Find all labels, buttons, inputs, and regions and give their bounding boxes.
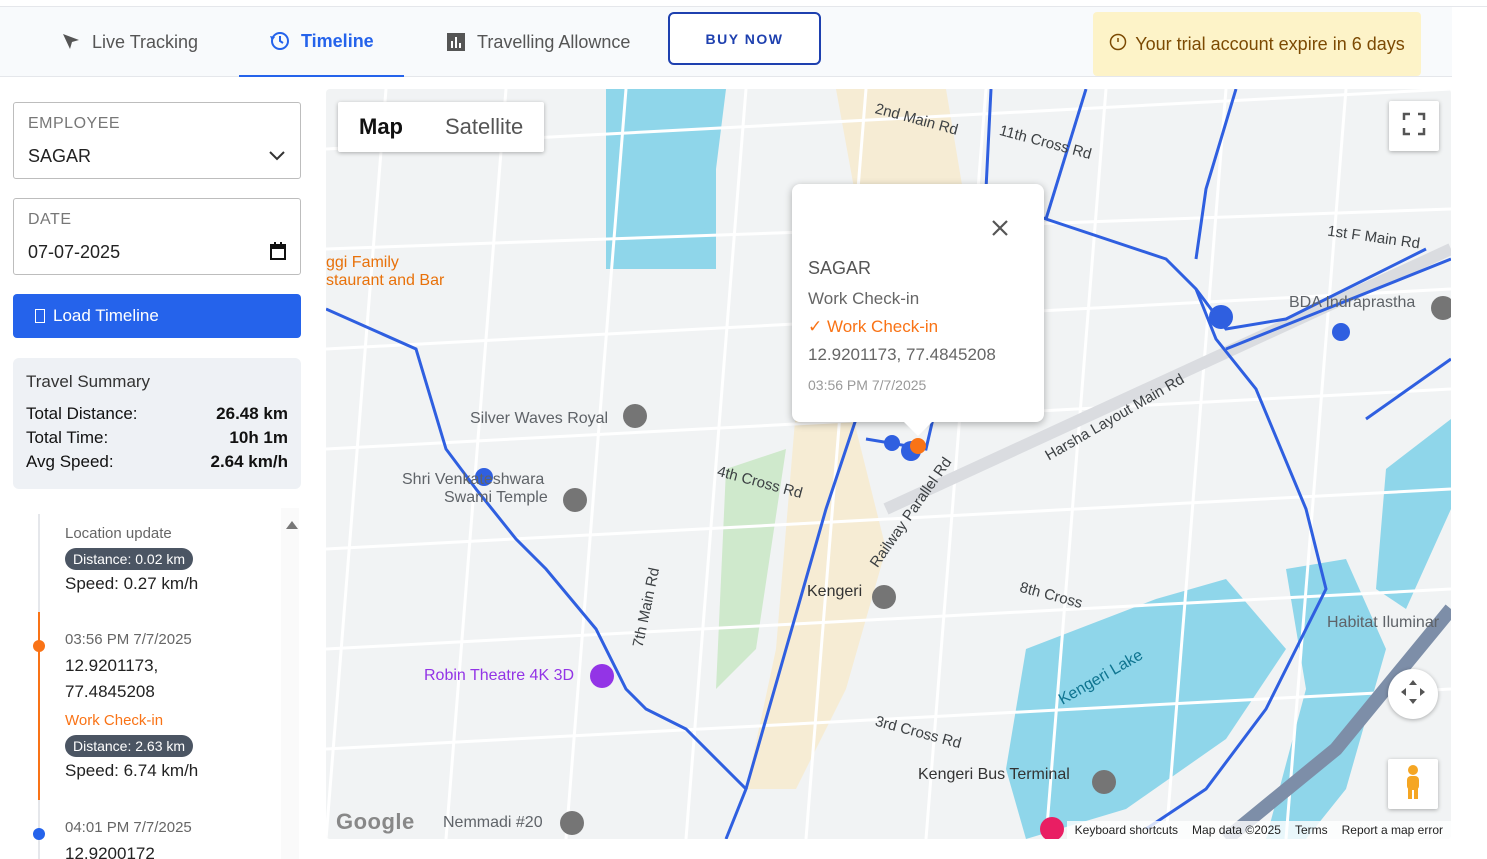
fullscreen-button[interactable]	[1389, 101, 1439, 151]
map-label: Nemmadi #20	[443, 814, 543, 831]
info-window: SAGAR Work Check-in ✓ Work Check-in 12.9…	[792, 184, 1044, 436]
pegman-icon	[1403, 764, 1423, 805]
trial-notice: Your trial account expire in 6 days	[1093, 12, 1421, 76]
trial-text: Your trial account expire in 6 days	[1135, 33, 1405, 54]
street-view-button[interactable]	[1388, 759, 1438, 809]
move-icon	[1399, 678, 1427, 711]
map-label: Shri Venkateshwara	[402, 471, 545, 488]
summary-value: 2.64 km/h	[210, 452, 289, 471]
summary-row: Total Distance: 26.48 km	[26, 404, 288, 424]
camera-control-button[interactable]	[1388, 669, 1438, 719]
map-label: staurant and Bar	[326, 272, 445, 289]
map-label: Kengeri Bus Terminal	[918, 766, 1070, 783]
map-type-satellite[interactable]: Satellite	[424, 102, 544, 152]
google-logo: Google	[336, 809, 415, 834]
summary-label: Avg Speed:	[26, 452, 114, 471]
map-type-map[interactable]: Map	[338, 102, 424, 152]
buy-now-button[interactable]: BUY NOW	[668, 12, 821, 65]
tab-label: Live Tracking	[92, 31, 199, 52]
fullscreen-icon	[1402, 112, 1426, 141]
summary-value: 10h 1m	[229, 428, 288, 447]
summary-row: Avg Speed: 2.64 km/h	[26, 452, 288, 472]
tab-label: Travelling Allownce	[477, 31, 631, 52]
employee-label: EMPLOYEE	[28, 115, 121, 132]
speed-text: Speed: 0.27 km/h	[65, 574, 199, 593]
popup-type: Work Check-in	[808, 289, 920, 308]
summary-value: 26.48 km	[216, 404, 288, 423]
summary-label: Total Time:	[26, 428, 109, 447]
map-label: Robin Theatre 4K 3D	[424, 667, 575, 684]
location-icon	[60, 31, 82, 53]
report-error-link[interactable]: Report a map error	[1342, 823, 1443, 837]
bar-chart-icon	[445, 31, 467, 53]
map-label: BDA Indraprastha	[1289, 294, 1416, 311]
item-title: Location update	[65, 525, 172, 542]
item-lat: 12.9200172	[65, 844, 155, 859]
popup-coords: 12.9201173, 77.4845208	[808, 345, 996, 364]
tab-timeline[interactable]: Timeline	[239, 7, 404, 77]
timeline-item[interactable]: 04:01 PM 7/7/2025 12.9200172	[65, 819, 192, 859]
close-icon[interactable]	[990, 218, 1010, 238]
timeline-dot	[33, 828, 45, 840]
sidebar: EMPLOYEE SAGAR DATE 07-07-2025 Load Time…	[0, 78, 312, 859]
popup-name: SAGAR	[808, 258, 872, 278]
tab-live-tracking[interactable]: Live Tracking	[60, 7, 198, 77]
history-icon	[269, 30, 291, 52]
scrollbar[interactable]	[281, 508, 299, 859]
calendar-icon[interactable]	[270, 242, 286, 265]
date-label: DATE	[28, 211, 72, 228]
clock-icon	[1109, 33, 1127, 56]
map-label: Silver Waves Royal	[470, 410, 609, 427]
map-label: Kengeri	[807, 583, 863, 600]
load-timeline-label: Load Timeline	[53, 306, 159, 325]
item-lat: 12.9201173,	[65, 656, 159, 675]
chevron-down-icon	[268, 146, 286, 169]
summary-row: Total Time: 10h 1m	[26, 428, 288, 448]
terms-link[interactable]: Terms	[1295, 823, 1328, 837]
square-icon	[35, 309, 45, 323]
map-view[interactable]: Silver Waves Royal Shri Venkateshwara Sw…	[326, 89, 1451, 839]
timeline-dot	[33, 640, 45, 652]
item-time: 04:01 PM 7/7/2025	[65, 819, 192, 836]
summary-label: Total Distance:	[26, 404, 138, 423]
load-timeline-button[interactable]: Load Timeline	[13, 294, 301, 338]
map-type-control: Map Satellite	[338, 102, 545, 152]
summary-title: Travel Summary	[26, 372, 151, 391]
travel-summary: Travel Summary Total Distance: 26.48 km T…	[13, 358, 301, 489]
distance-badge: Distance: 2.63 km	[65, 735, 194, 757]
date-value: 07-07-2025	[28, 242, 121, 262]
timeline-item[interactable]: 03:56 PM 7/7/2025 12.9201173, 77.4845208…	[65, 631, 198, 781]
popup-time: 03:56 PM 7/7/2025	[808, 377, 927, 393]
keyboard-shortcuts-link[interactable]: Keyboard shortcuts	[1075, 823, 1178, 837]
map-label: Habitat Iluminar	[1327, 614, 1440, 631]
employee-select[interactable]: EMPLOYEE SAGAR	[13, 102, 301, 179]
item-type: Work Check-in	[65, 712, 164, 729]
popup-status: ✓ Work Check-in	[808, 317, 939, 336]
timeline-list[interactable]: Location update Distance: 0.02 km Speed:…	[13, 508, 301, 859]
timeline-item[interactable]: Location update Distance: 0.02 km Speed:…	[65, 525, 198, 594]
scroll-up-icon[interactable]	[286, 521, 298, 529]
date-field[interactable]: DATE 07-07-2025	[13, 198, 301, 275]
item-time: 03:56 PM 7/7/2025	[65, 631, 192, 648]
map-label: ggi Family	[326, 254, 399, 271]
distance-badge: Distance: 0.02 km	[65, 548, 194, 570]
tab-label: Timeline	[301, 30, 374, 51]
employee-value: SAGAR	[28, 146, 92, 166]
item-lng: 77.4845208	[65, 682, 155, 701]
map-label: Swami Temple	[444, 489, 548, 506]
map-data-text: Map data ©2025	[1192, 823, 1281, 837]
speed-text: Speed: 6.74 km/h	[65, 761, 199, 780]
tab-travelling-allowance[interactable]: Travelling Allownce	[445, 7, 630, 77]
map-attribution: Keyboard shortcuts Map data ©2025 Terms …	[1066, 821, 1451, 839]
